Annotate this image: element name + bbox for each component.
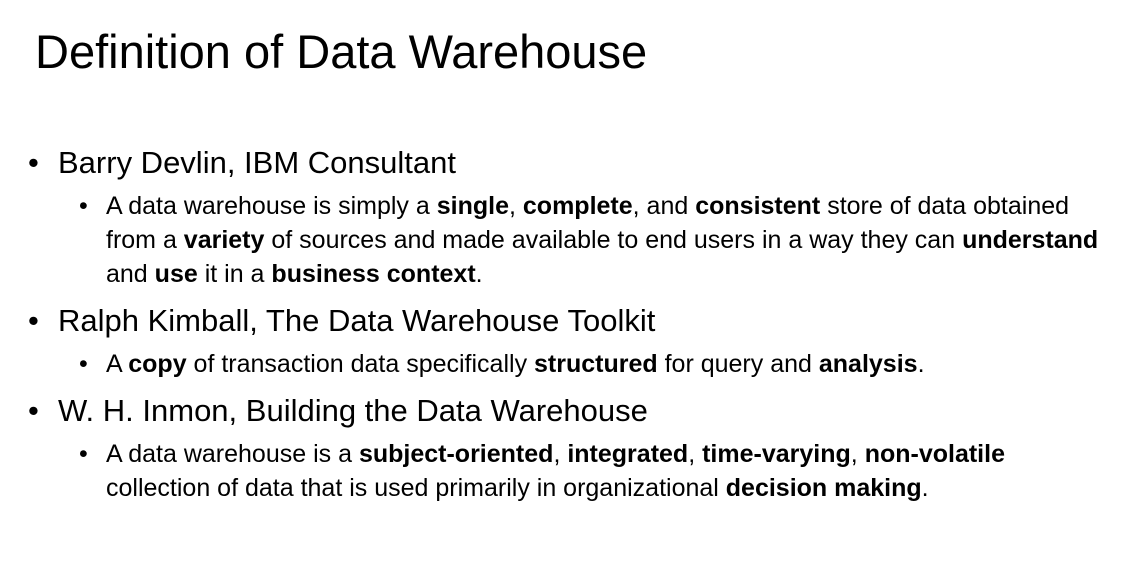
text-run: of transaction data specifically [186,350,535,378]
bold-term: single [436,192,509,220]
definition-entry-devlin: Barry Devlin, IBM Consultant A data ware… [0,145,1138,291]
text-run: collection of data that is used primaril… [106,474,726,502]
text-run: A data warehouse is simply a [106,192,437,220]
author-bullet: Barry Devlin, IBM Consultant [28,145,1138,181]
text-run: A [106,350,129,378]
bold-term: consistent [695,192,821,220]
bold-term: use [154,260,198,288]
author-bullet: W. H. Inmon, Building the Data Warehouse [28,393,1138,429]
text-run: of sources and made available to end use… [264,226,963,254]
text-run: . [921,474,929,502]
definition-text: A data warehouse is a subject-oriented, … [79,437,1116,505]
text-run: . [475,260,483,288]
bold-term: complete [522,192,633,220]
definition-text: A data warehouse is simply a single, com… [79,189,1116,291]
slide-title: Definition of Data Warehouse [35,25,648,78]
definition-entry-kimball: Ralph Kimball, The Data Warehouse Toolki… [0,303,1138,381]
definition-entry-inmon: W. H. Inmon, Building the Data Warehouse… [0,393,1138,505]
bold-term: integrated [567,440,689,468]
text-run: it in a [197,260,272,288]
bold-term: analysis [818,350,918,378]
bold-term: non-volatile [864,440,1005,468]
bold-term: business context [271,260,476,288]
bold-term: copy [128,350,187,378]
definition-list: Barry Devlin, IBM Consultant A data ware… [0,145,1138,505]
bold-term: time-varying [702,440,851,468]
text-run: , [508,192,523,220]
text-run: A data warehouse is a [106,440,359,468]
text-run: . [917,350,925,378]
text-run: for query and [657,350,819,378]
bold-term: understand [962,226,1099,254]
text-run: and [106,260,155,288]
bold-term: variety [183,226,265,254]
text-run: , [850,440,865,468]
author-bullet: Ralph Kimball, The Data Warehouse Toolki… [28,303,1138,339]
slide: Definition of Data Warehouse Barry Devli… [0,0,1138,576]
text-run: , [688,440,703,468]
bold-term: decision making [725,474,922,502]
bold-term: subject-oriented [358,440,554,468]
definition-text: A copy of transaction data specifically … [79,347,1116,381]
text-run: , [553,440,568,468]
bold-term: structured [534,350,658,378]
text-run: , and [632,192,696,220]
